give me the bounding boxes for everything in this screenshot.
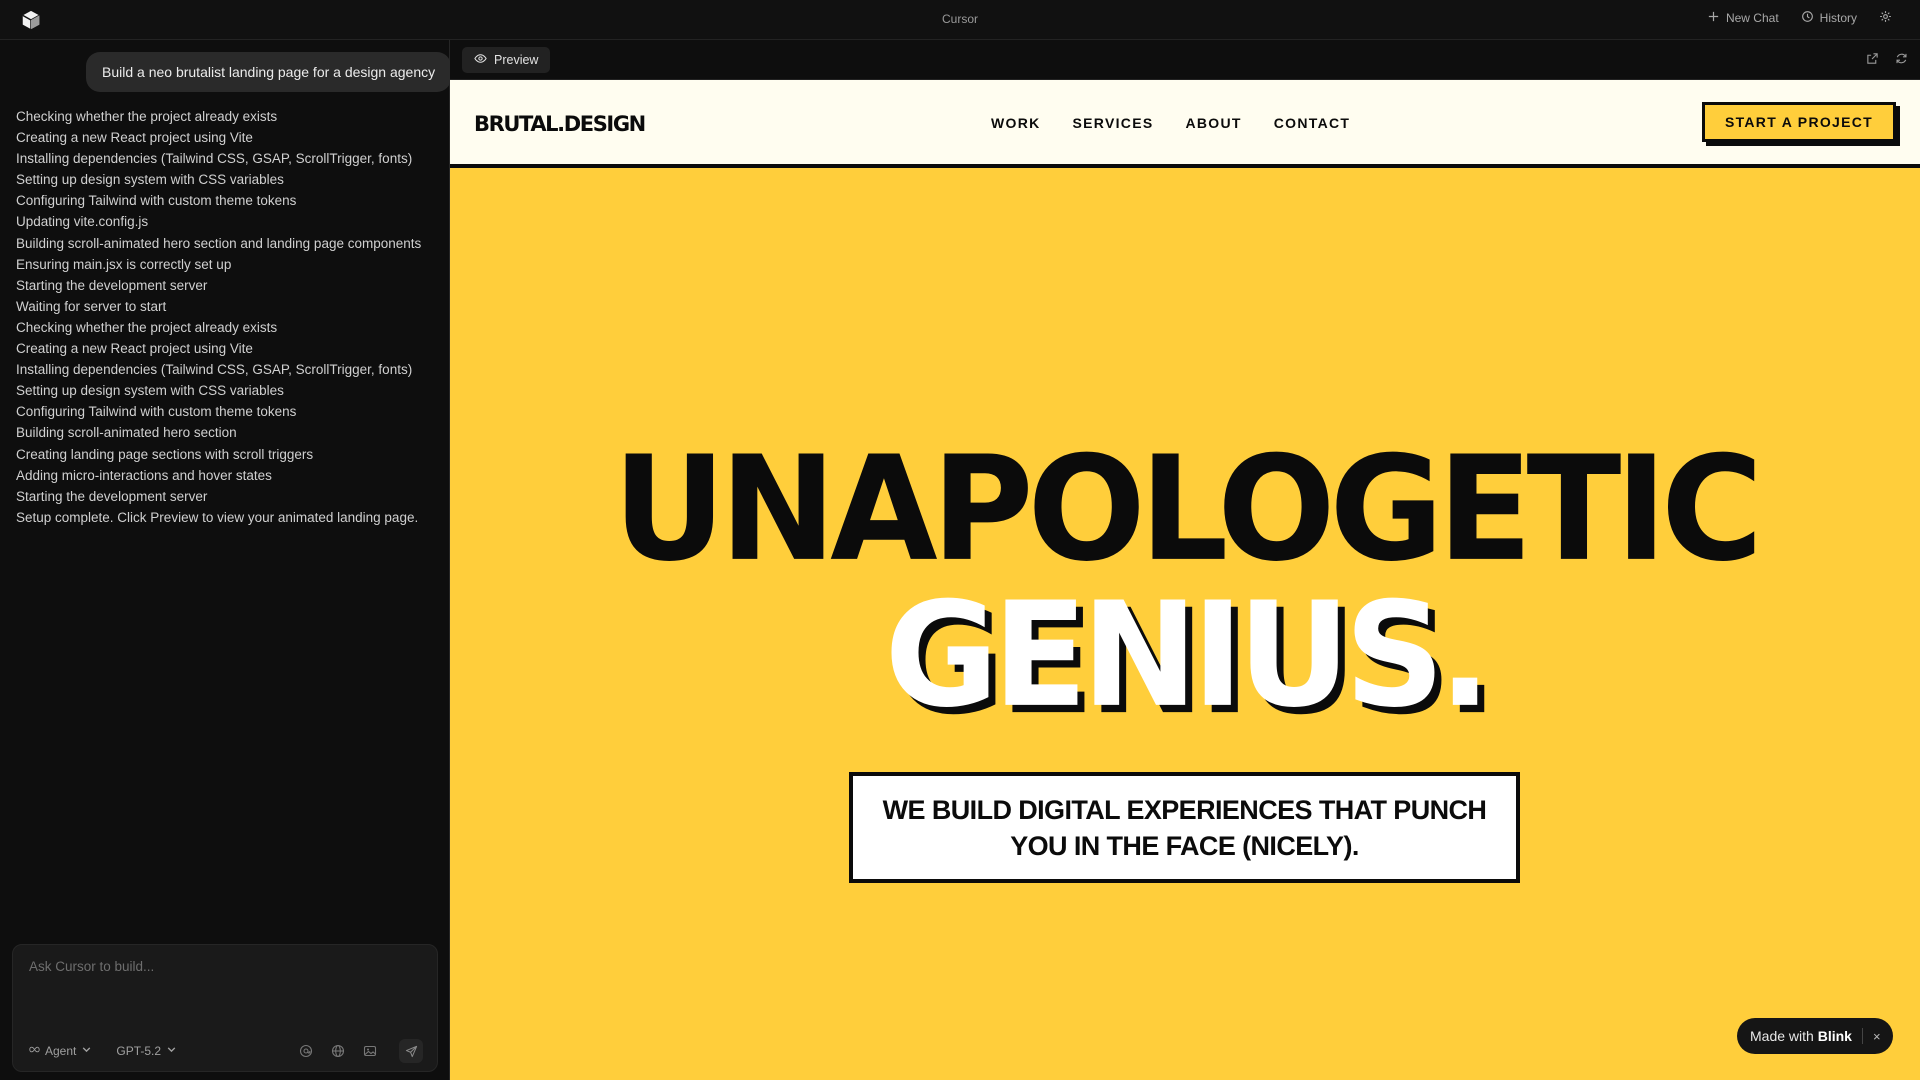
app-title: Cursor [941,12,978,26]
nav-link-work[interactable]: WORK [991,115,1041,131]
chat-input[interactable] [29,959,419,974]
agent-step-item: Setting up design system with CSS variab… [16,383,284,399]
history-label: History [1819,11,1857,25]
eye-icon [474,52,487,68]
gear-icon [1879,10,1892,26]
nav-link-about[interactable]: ABOUT [1185,115,1241,131]
agent-step-item: Creating a new React project using Vite [16,130,253,146]
plus-icon [1707,10,1720,26]
top-bar: Cursor New Chat History [0,0,1920,40]
send-button[interactable] [399,1039,423,1063]
made-with-blink-badge[interactable]: Made with Blink × [1737,1018,1893,1054]
agent-step-item: Checking whether the project already exi… [16,109,278,124]
preview-tab[interactable]: Preview [462,47,551,73]
new-chat-button[interactable]: New Chat [1707,10,1779,26]
preview-toolbar: Preview [450,40,1920,80]
agent-mode-select[interactable]: Agent [29,1044,92,1058]
agent-step-item: Ensuring main.jsx is correctly set up [16,256,232,272]
globe-icon[interactable] [331,1044,345,1058]
agent-step-item: Installing dependencies (Tailwind CSS, G… [16,362,413,378]
image-icon[interactable] [363,1044,377,1058]
agent-step-item: Configuring Tailwind with custom theme t… [16,404,297,420]
history-button[interactable]: History [1801,10,1857,26]
nav-link-contact[interactable]: CONTACT [1274,115,1351,131]
chevron-down-icon [81,1044,92,1058]
site-nav: WORK SERVICES ABOUT CONTACT [991,115,1350,131]
agent-step-item: Starting the development server [16,488,208,504]
nav-link-services[interactable]: SERVICES [1073,115,1154,131]
model-select[interactable]: GPT-5.2 [116,1044,177,1058]
tagline: WE BUILD DIGITAL EXPERIENCES THAT PUNCH … [883,792,1487,864]
tagline-box: WE BUILD DIGITAL EXPERIENCES THAT PUNCH … [849,772,1520,883]
preview-tab-label: Preview [494,53,539,67]
start-project-button[interactable]: START A PROJECT [1702,102,1896,142]
new-chat-label: New Chat [1725,11,1779,25]
chat-composer: Agent GPT-5.2 [12,944,438,1072]
agent-step-item: Creating landing page sections with scro… [16,446,314,462]
agent-step-item: Checking whether the project already exi… [16,319,278,335]
close-badge-button[interactable]: × [1873,1029,1881,1044]
settings-button[interactable] [1879,10,1892,26]
agent-step-item: Building scroll-animated hero section [16,425,237,441]
badge-brand: Blink [1817,1028,1852,1044]
infinity-icon [29,1044,40,1058]
model-label: GPT-5.2 [116,1044,162,1058]
user-message: Build a neo brutalist landing page for a… [86,52,452,92]
chat-panel: Build a neo brutalist landing page for a… [0,40,452,1080]
open-external-icon[interactable] [1866,52,1879,65]
agent-step-item: Creating a new React project using Vite [16,341,253,357]
at-mention-icon[interactable] [299,1044,313,1058]
agent-step-item: Building scroll-animated hero section an… [16,235,422,251]
tagline-line2: YOU IN THE FACE (NICELY). [1010,830,1359,861]
badge-prefix: Made with [1750,1028,1814,1044]
agent-step-item: Adding micro-interactions and hover stat… [16,467,272,483]
agent-step-item: Installing dependencies (Tailwind CSS, G… [16,151,413,167]
refresh-icon[interactable] [1895,52,1908,65]
hero-headline-line1: UNAPOLOGETIC [612,424,1763,594]
agent-steps-list: Checking whether the project already exi… [16,106,421,528]
agent-step-item: Waiting for server to start [16,298,167,314]
site-brand-logo[interactable]: BRUTAL.DESIGN [474,112,646,136]
chevron-down-icon [166,1044,177,1058]
badge-text: Made with Blink [1750,1028,1852,1044]
site-preview: BRUTAL.DESIGN WORK SERVICES ABOUT CONTAC… [450,80,1920,1080]
send-icon [405,1045,417,1057]
tagline-line1: WE BUILD DIGITAL EXPERIENCES THAT PUNCH [882,794,1487,825]
hero-headline-line2: GENIUS. [884,570,1492,740]
site-header: BRUTAL.DESIGN WORK SERVICES ABOUT CONTAC… [450,80,1920,168]
agent-step-item: Starting the development server [16,277,208,293]
history-icon [1801,10,1814,26]
badge-divider [1861,1028,1863,1044]
preview-panel: Preview BRUTAL.DESIGN WORK SERVICES ABOU… [450,40,1920,1080]
agent-step-item: Updating vite.config.js [16,214,149,230]
agent-step-item: Setting up design system with CSS variab… [16,172,284,188]
agent-step-item: Setup complete. Click Preview to view yo… [16,509,419,525]
agent-mode-label: Agent [45,1044,77,1058]
agent-step-item: Configuring Tailwind with custom theme t… [16,193,297,209]
